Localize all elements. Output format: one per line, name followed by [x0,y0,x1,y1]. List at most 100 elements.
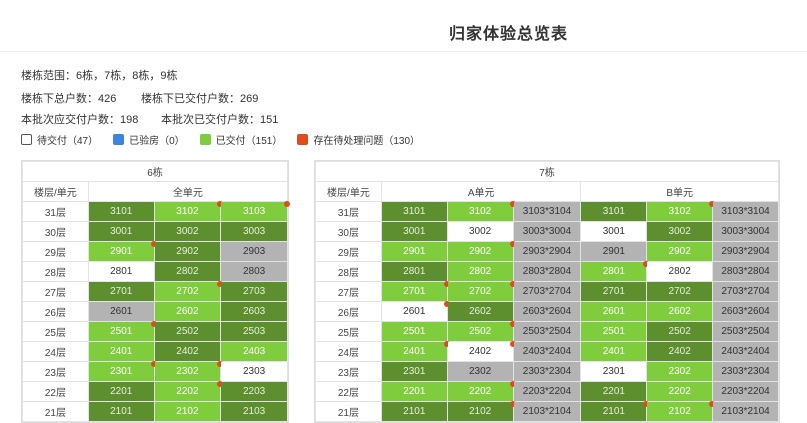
unit-number: 2501 [403,326,426,337]
unit-cell[interactable]: 2303 [220,361,288,382]
unit-cell[interactable]: 2701 [580,281,648,302]
unit-cell[interactable]: 3002 [153,221,222,242]
unit-cell[interactable]: 2803*2804 [712,261,779,282]
unit-cell[interactable]: 2301 [580,361,648,382]
unit-cell[interactable]: 2702 [153,281,224,302]
unit-cell[interactable]: 2501 [580,321,648,342]
unit-cell[interactable]: 2403 [220,341,288,362]
unit-cell[interactable]: 2601 [380,301,450,322]
unit-cell[interactable]: 3102 [446,201,516,222]
unit-cell[interactable]: 2202 [153,381,224,402]
unit-cell[interactable]: 2202 [646,381,714,402]
unit-cell[interactable]: 2402 [153,341,222,362]
unit-cell[interactable]: 2802 [446,261,514,282]
unit-cell[interactable]: 3003 [220,221,288,242]
unit-cell[interactable]: 2901 [580,241,648,262]
unit-cell[interactable]: 2803 [220,261,288,282]
unit-cell[interactable]: 2902 [446,241,516,262]
unit-cell[interactable]: 2701 [380,281,450,302]
unit-cell[interactable]: 2503*2504 [512,321,582,342]
unit-cell[interactable]: 3102 [646,201,716,222]
unit-cell[interactable]: 2301 [87,361,157,382]
unit-cell[interactable]: 2201 [87,381,155,402]
unit-cell[interactable]: 2902 [153,241,222,262]
unit-cell[interactable]: 3102 [153,201,224,222]
unit-cell[interactable]: 2303*2304 [512,361,582,382]
unit-cell[interactable]: 2602 [646,301,714,322]
unit-cell[interactable]: 2603*2604 [712,301,779,322]
unit-cell[interactable]: 2503 [220,321,288,342]
unit-cell[interactable]: 3001 [87,221,155,242]
unit-cell[interactable]: 2403*2404 [712,341,779,362]
unit-cell[interactable]: 2601 [580,301,648,322]
unit-cell[interactable]: 3002 [646,221,714,242]
unit-cell[interactable]: 2801 [87,261,155,282]
unit-cell[interactable]: 3101 [87,201,155,222]
unit-cell[interactable]: 2402 [646,341,714,362]
unit-cell[interactable]: 3001 [580,221,648,242]
unit-cell[interactable]: 2802 [153,261,222,282]
unit-cell[interactable]: 2801 [580,261,650,282]
unit-cell[interactable]: 2201 [580,381,648,402]
unit-cell[interactable]: 2501 [87,321,157,342]
unit-cell[interactable]: 2403*2404 [512,341,582,362]
unit-cell[interactable]: 2302 [446,361,514,382]
unit-cell[interactable]: 2802 [646,261,714,282]
unit-cell[interactable]: 2501 [380,321,448,342]
unit-cell[interactable]: 3101 [380,201,448,222]
unit-cell[interactable]: 2803*2804 [512,261,582,282]
unit-number: 2901 [403,246,426,257]
unit-number: 3103*3104 [721,206,770,217]
unit-cell[interactable]: 2603 [220,301,288,322]
unit-cell[interactable]: 2602 [153,301,222,322]
unit-cell[interactable]: 2402 [446,341,516,362]
unit-cell[interactable]: 2401 [580,341,648,362]
unit-cell[interactable]: 2602 [446,301,514,322]
unit-cell[interactable]: 3001 [380,221,448,242]
unit-cell[interactable]: 2703*2704 [712,281,779,302]
unit-cell[interactable]: 2202 [446,381,516,402]
unit-cell[interactable]: 2901 [380,241,448,262]
unit-cell[interactable]: 3002 [446,221,514,242]
unit-cell[interactable]: 2701 [87,281,155,302]
unit-cell[interactable]: 2601 [87,301,155,322]
unit-cell[interactable]: 2503*2504 [712,321,779,342]
unit-cell[interactable]: 2702 [646,281,714,302]
unit-cell[interactable]: 3103*3104 [712,201,779,222]
unit-cell[interactable]: 2702 [446,281,516,302]
unit-cell[interactable]: 2903*2904 [712,241,779,262]
unit-cell[interactable]: 2302 [646,361,714,382]
unit-cell[interactable]: 3003*3004 [512,221,582,242]
unit-cell[interactable]: 2502 [646,321,714,342]
unit-cell[interactable]: 2901 [87,241,157,262]
unit-cell[interactable]: 2703*2704 [512,281,582,302]
unit-cell[interactable]: 2401 [87,341,155,362]
unit-cell[interactable]: 2703 [220,281,288,302]
unit-cell[interactable]: 2903 [220,241,288,262]
unit-cell[interactable]: 2203*2204 [512,381,582,402]
unit-cell[interactable]: 3003*3004 [712,221,779,242]
unit-cell[interactable]: 2801 [380,261,448,282]
unit-cell[interactable]: 2201 [380,381,448,402]
unit-cell[interactable]: 2203*2204 [712,381,779,402]
unit-cell[interactable]: 2303*2304 [712,361,779,382]
floor-label: 31层 [22,201,89,222]
unit-cell[interactable]: 2902 [646,241,714,262]
unit-cell[interactable]: 2603*2604 [512,301,582,322]
unit-number: 2801 [110,266,133,277]
unit-cell[interactable]: 3101 [580,201,648,222]
unit-cell[interactable]: 2301 [380,361,448,382]
unit-number: 2203 [243,386,266,397]
floor-row: 26层 2601 2602 2603*2604 2601 2602 2603*2604 [315,301,779,322]
unit-cell[interactable]: 3103 [220,201,290,222]
unit-cell[interactable]: 2903*2904 [512,241,582,262]
unit-cell[interactable]: 2302 [153,361,224,382]
unit-cell[interactable]: 3103*3104 [512,201,582,222]
unit-cell[interactable]: 2502 [153,321,222,342]
unit-number: 3002 [176,226,199,237]
unit-cell[interactable]: 2502 [446,321,516,342]
unit-cell[interactable]: 2203 [220,381,288,402]
unit-number: 2701 [403,286,426,297]
unit-cell[interactable]: 2401 [380,341,450,362]
all-units-header: 全单元 [87,181,289,202]
